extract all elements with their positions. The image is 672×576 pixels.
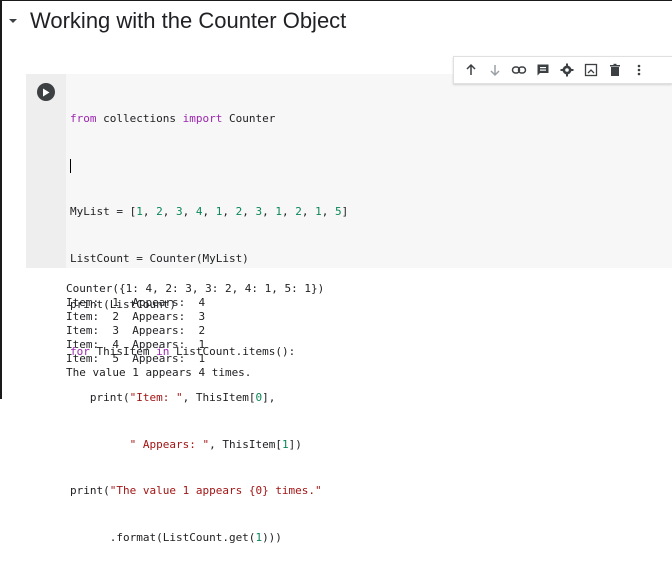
output-line: Item: 4 Appears: 1 bbox=[66, 338, 206, 351]
code-token: , bbox=[321, 205, 335, 218]
keyword-token: from bbox=[70, 112, 97, 125]
cell-output: Counter({1: 4, 2: 3, 3: 2, 4: 1, 5: 1}) I… bbox=[66, 282, 324, 380]
code-token: , bbox=[262, 205, 276, 218]
number-token: 1 bbox=[255, 530, 263, 544]
code-cell[interactable]: from collections import Counter MyList =… bbox=[26, 74, 672, 544]
number-list: 1, 2, 3, 4, 1, 2, 3, 1, 2, 1, 5 bbox=[136, 205, 341, 218]
code-line-2 bbox=[70, 158, 348, 174]
code-token: , bbox=[202, 205, 216, 218]
link-icon[interactable] bbox=[510, 61, 528, 79]
string-token: "Item: " bbox=[129, 391, 183, 404]
code-token: , bbox=[162, 205, 176, 218]
code-token: Counter bbox=[222, 112, 276, 125]
cell-gutter bbox=[26, 74, 66, 268]
code-token: , bbox=[182, 205, 196, 218]
number-token: 2 bbox=[156, 205, 163, 218]
code-token: , bbox=[281, 205, 296, 218]
keyword-token: import bbox=[182, 112, 223, 125]
chevron-down-icon[interactable] bbox=[6, 14, 20, 28]
number-token: 3 bbox=[175, 205, 183, 218]
number-token: 1 bbox=[136, 205, 143, 218]
output-line: Item: 3 Appears: 2 bbox=[66, 324, 206, 337]
output-line: The value 1 appears 4 times. bbox=[66, 366, 252, 379]
arrow-up-icon[interactable] bbox=[462, 61, 480, 79]
arrow-down-icon[interactable] bbox=[486, 61, 504, 79]
code-token: , ThisItem[ bbox=[182, 391, 256, 404]
code-token: , bbox=[301, 205, 316, 218]
mirror-cell-icon[interactable] bbox=[582, 61, 600, 79]
code-editor[interactable]: from collections import Counter MyList =… bbox=[66, 74, 672, 544]
code-line-3: MyList = [1, 2, 3, 4, 1, 2, 3, 1, 2, 1, … bbox=[70, 204, 348, 220]
code-line-10: .format(ListCount.get(1))) bbox=[70, 530, 348, 546]
number-token: 1 bbox=[281, 437, 289, 451]
comment-icon[interactable] bbox=[534, 61, 552, 79]
text-cursor bbox=[70, 158, 71, 173]
output-line: Item: 1 Appears: 4 bbox=[66, 296, 206, 309]
more-icon[interactable] bbox=[630, 61, 648, 79]
number-token: 5 bbox=[334, 205, 342, 218]
code-token: .format(ListCount.get( bbox=[70, 530, 256, 544]
code-line-8: " Appears: ", ThisItem[1]) bbox=[70, 437, 348, 453]
code-line-9: print("The value 1 appears {0} times." bbox=[70, 483, 348, 499]
settings-icon[interactable] bbox=[558, 61, 576, 79]
code-token: MyList = [ bbox=[70, 205, 137, 218]
code-token: , bbox=[222, 205, 236, 218]
section-header[interactable]: Working with the Counter Object bbox=[6, 6, 346, 36]
code-token: , ThisItem[ bbox=[209, 437, 282, 451]
code-token: print( bbox=[70, 391, 130, 404]
code-token: ], bbox=[262, 391, 276, 404]
code-token: , bbox=[242, 205, 256, 218]
code-line-1: from collections import Counter bbox=[70, 111, 348, 127]
string-token: "The value 1 appears {0} times." bbox=[109, 484, 322, 497]
output-line: Counter({1: 4, 2: 3, 3: 2, 4: 1, 5: 1}) bbox=[66, 282, 325, 295]
string-token: " Appears: " bbox=[129, 437, 210, 451]
number-token: 2 bbox=[295, 205, 302, 218]
section-title: Working with the Counter Object bbox=[30, 8, 347, 33]
code-token: collections bbox=[96, 112, 183, 125]
delete-icon[interactable] bbox=[606, 61, 624, 79]
code-line-7: print("Item: ", ThisItem[0], bbox=[70, 390, 348, 406]
number-token: 1 bbox=[275, 205, 282, 218]
code-token: print( bbox=[70, 484, 110, 497]
play-icon bbox=[43, 88, 50, 96]
code-token: ]) bbox=[288, 437, 302, 451]
code-line-4: ListCount = Counter(MyList) bbox=[70, 251, 249, 265]
run-cell-button[interactable] bbox=[37, 83, 55, 101]
code-token: , bbox=[142, 205, 157, 218]
output-line: Item: 2 Appears: 3 bbox=[66, 310, 206, 323]
output-line: Item: 5 Appears: 1 bbox=[66, 352, 206, 365]
cell-toolbar bbox=[453, 56, 672, 84]
code-token: ] bbox=[341, 205, 349, 218]
number-token: 1 bbox=[315, 205, 322, 218]
code-token: ))) bbox=[262, 530, 282, 544]
